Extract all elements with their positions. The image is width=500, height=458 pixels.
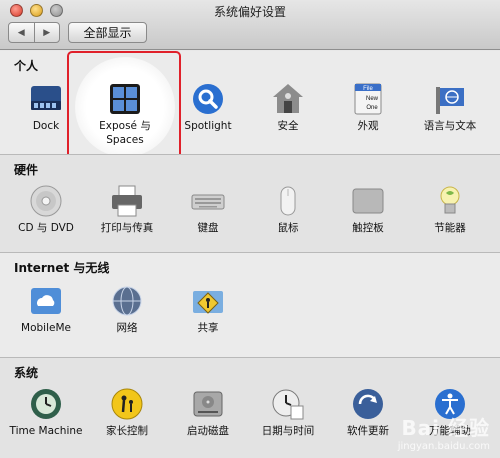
section-system: 系统 Time Machine 家长控制 启动磁盘 日期与时间 软件更新 万能辅…: [0, 358, 500, 458]
pref-label: 启动磁盘: [187, 425, 229, 437]
time-machine-icon: [31, 389, 61, 419]
pref-label: CD 与 DVD: [18, 222, 74, 234]
show-all-button[interactable]: 全部显示: [68, 22, 147, 43]
security-icon: [273, 84, 303, 113]
section-title-personal: 个人: [14, 59, 39, 73]
section-personal: 个人 Dock Exposé 与 Spaces Spotlight 安全 Fil…: [0, 51, 500, 159]
energy-saver-icon: [440, 186, 460, 214]
appearance-icon-text-2: New: [366, 96, 379, 102]
pref-mouse[interactable]: 鼠标: [248, 183, 328, 236]
pref-startup-disk[interactable]: 启动磁盘: [168, 386, 248, 439]
pref-trackpad[interactable]: 触控板: [328, 183, 408, 236]
pref-security[interactable]: 安全: [248, 81, 328, 134]
pref-label: 外观: [357, 120, 379, 132]
network-icon: [112, 286, 142, 316]
dock-icon: [31, 86, 61, 110]
back-button[interactable]: ◀: [9, 23, 34, 42]
pref-print-fax[interactable]: 打印与传真: [87, 183, 167, 236]
pref-parental-controls[interactable]: 家长控制: [87, 386, 167, 439]
software-update-icon: [353, 389, 383, 419]
pref-appearance[interactable]: File New One 外观: [328, 81, 408, 134]
pref-language-text[interactable]: 语言与文本: [410, 81, 490, 134]
window-title: 系统偏好设置: [213, 5, 286, 19]
keyboard-icon: [191, 194, 225, 210]
cd-dvd-icon: [30, 185, 62, 217]
pref-label: 网络: [116, 322, 138, 334]
forward-button[interactable]: ▶: [33, 23, 60, 42]
pref-software-update[interactable]: 软件更新: [328, 386, 408, 439]
pref-label: 日期与时间: [261, 425, 315, 437]
mobileme-icon: [31, 288, 61, 314]
pref-label: 节能器: [434, 222, 466, 234]
watermark: Bai 经验 jingyan.baidu.com: [398, 412, 490, 452]
pref-label: 共享: [197, 322, 219, 334]
highlight-box: [67, 51, 181, 159]
watermark-main: Bai 经验: [401, 416, 490, 440]
section-title-hardware: 硬件: [14, 163, 39, 177]
pref-label: 软件更新: [347, 425, 389, 437]
nav-buttons: ◀ ▶: [8, 22, 60, 43]
pref-cd-dvd[interactable]: CD 与 DVD: [6, 183, 86, 236]
pref-keyboard[interactable]: 键盘: [168, 183, 248, 236]
appearance-icon-text-3: One: [366, 105, 378, 111]
spotlight-icon: [193, 84, 223, 114]
pref-label: Time Machine: [9, 425, 83, 437]
pref-mobileme[interactable]: MobileMe: [6, 283, 86, 336]
section-internet: Internet 与无线 MobileMe 网络 共享: [0, 253, 500, 357]
pref-label: 打印与传真: [100, 222, 154, 234]
pref-network[interactable]: 网络: [87, 283, 167, 336]
printer-icon: [112, 185, 142, 217]
trackpad-icon: [352, 188, 384, 214]
appearance-icon: File New One: [354, 83, 382, 115]
appearance-icon-text-1: File: [363, 86, 373, 92]
pref-time-machine[interactable]: Time Machine: [6, 386, 86, 439]
section-hardware: 硬件 CD 与 DVD 打印与传真 键盘 鼠标 触控板 节能器: [0, 155, 500, 252]
pref-label: 家长控制: [106, 425, 148, 437]
pref-sharing[interactable]: 共享: [168, 283, 248, 336]
pref-label: 鼠标: [277, 222, 299, 234]
title-bar: 系统偏好设置 ◀ ▶ 全部显示: [0, 0, 500, 50]
section-title-internet: Internet 与无线: [14, 261, 110, 275]
sharing-icon: [193, 291, 223, 314]
pref-label: 触控板: [352, 222, 384, 234]
startup-disk-icon: [193, 391, 223, 417]
pref-date-time[interactable]: 日期与时间: [248, 386, 328, 439]
pref-label: MobileMe: [21, 322, 71, 334]
preferences-content: 个人 Dock Exposé 与 Spaces Spotlight 安全 Fil…: [0, 51, 500, 458]
parental-controls-icon: [111, 388, 143, 420]
section-title-system: 系统: [14, 366, 39, 380]
language-icon: [436, 87, 464, 114]
date-time-icon: [272, 389, 304, 420]
pref-label: 安全: [277, 120, 299, 132]
pref-label: 键盘: [197, 222, 219, 234]
pref-label: 语言与文本: [423, 120, 477, 132]
pref-energy-saver[interactable]: 节能器: [410, 183, 490, 236]
watermark-sub: jingyan.baidu.com: [397, 441, 490, 452]
mouse-icon: [280, 186, 296, 216]
